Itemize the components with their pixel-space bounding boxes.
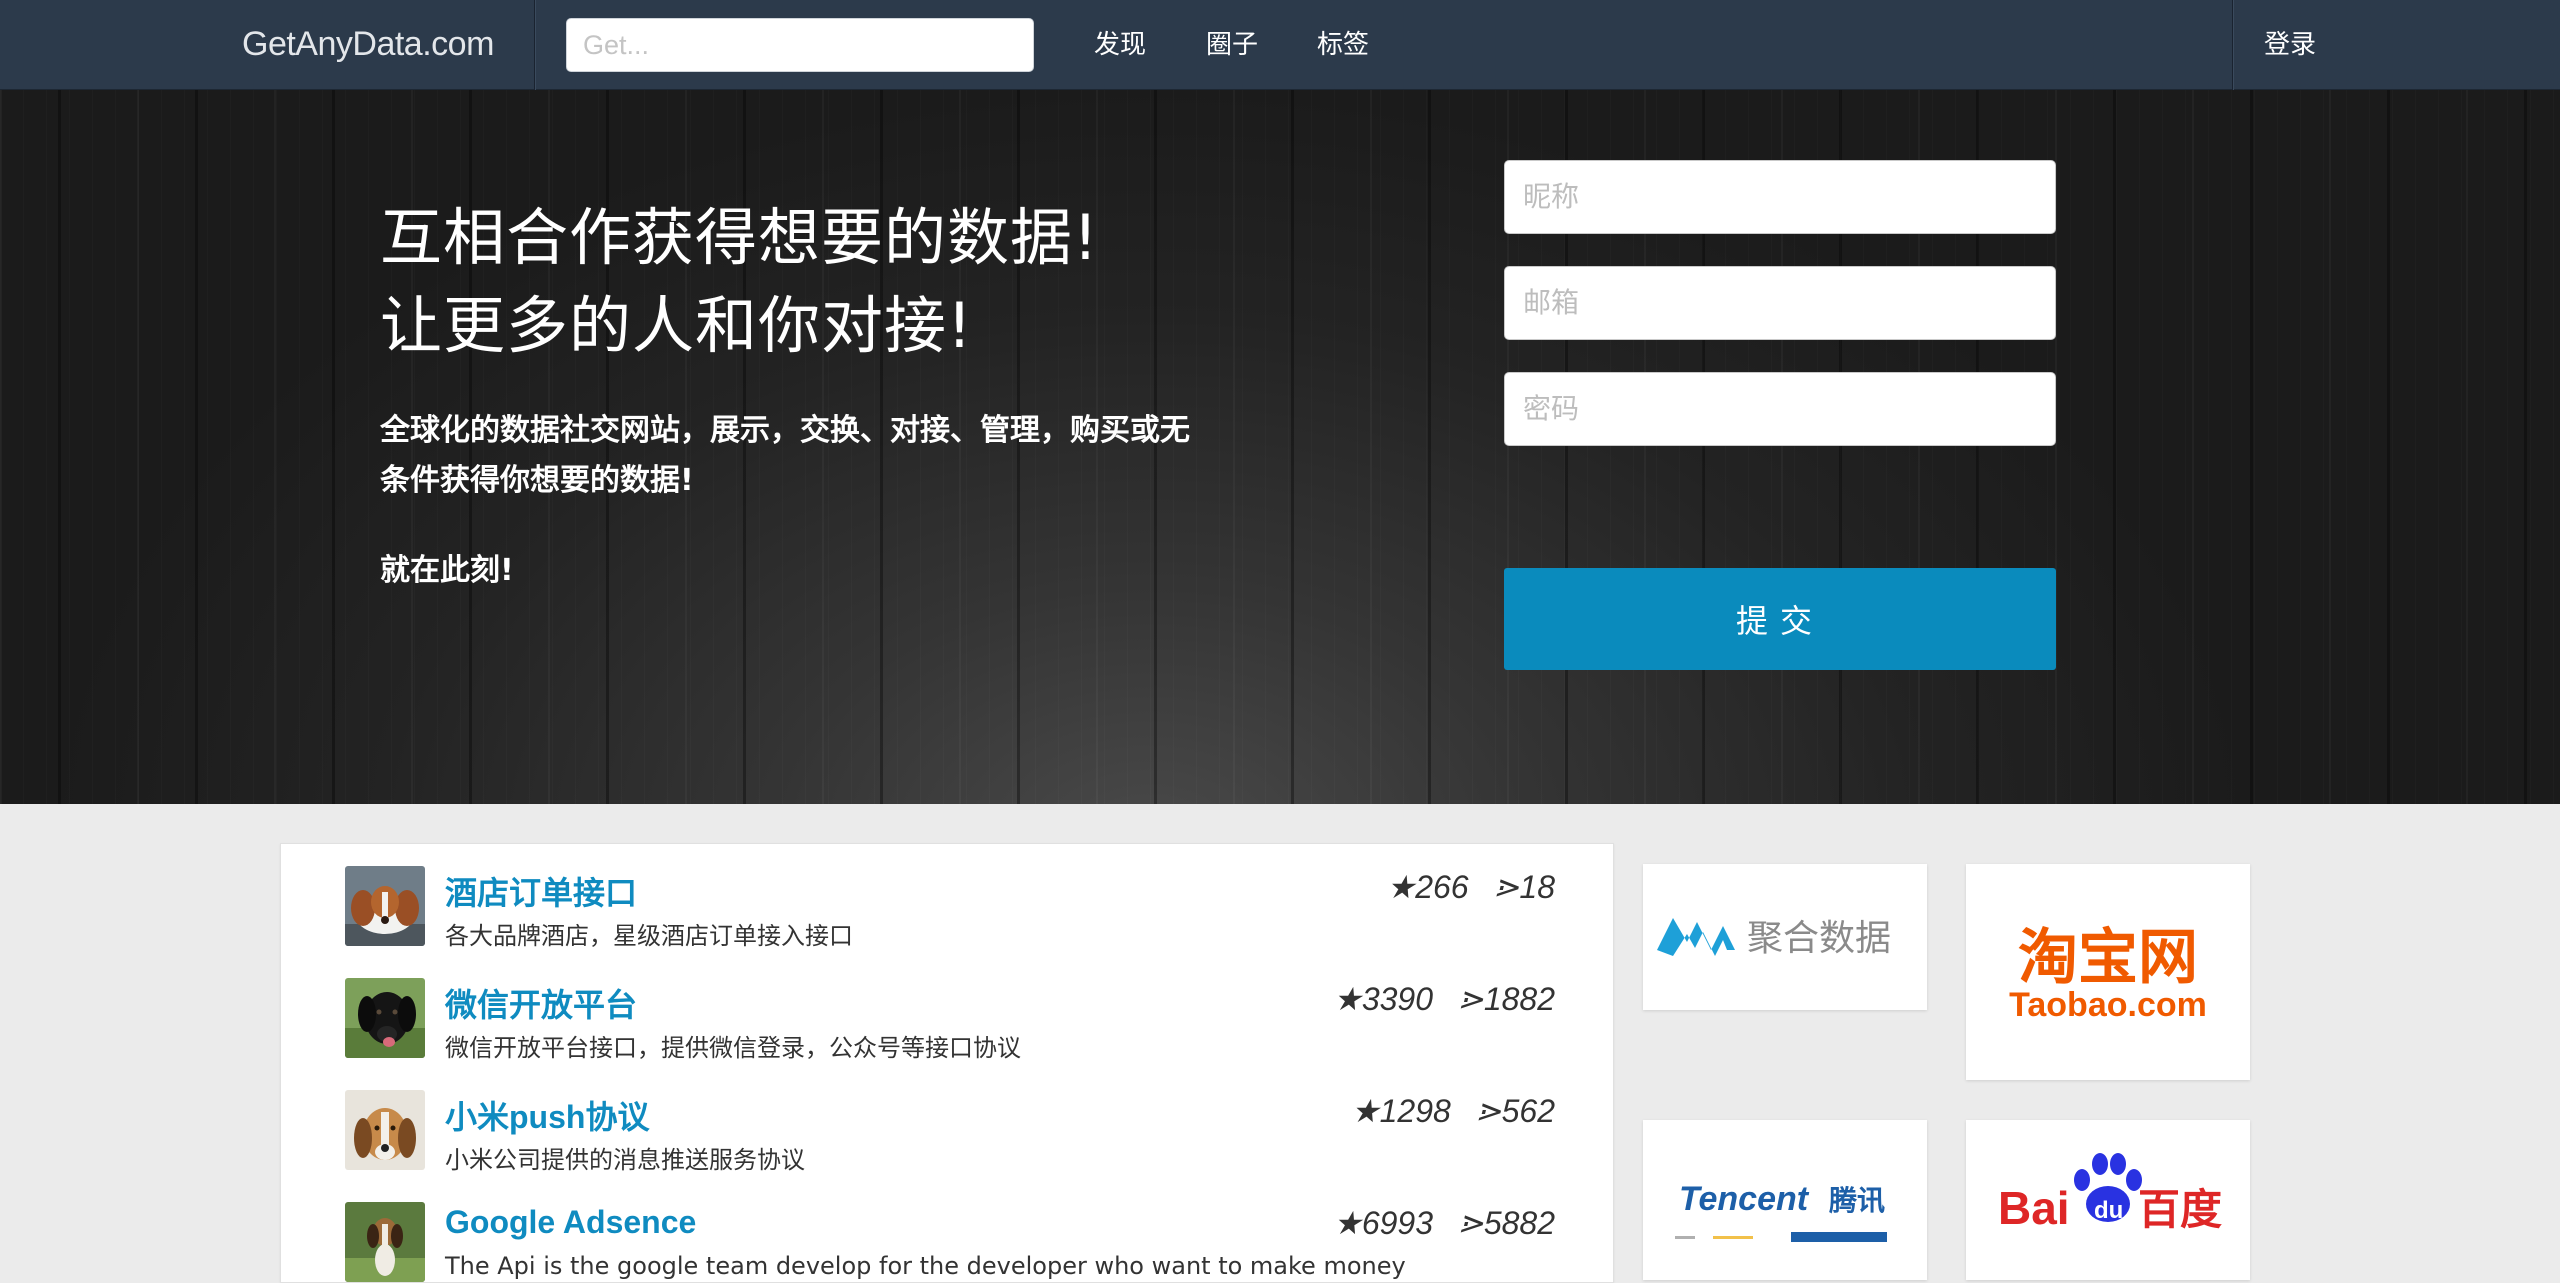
api-title-link[interactable]: 微信开放平台: [445, 980, 637, 1026]
partner-logo-taobao[interactable]: 淘宝网 Taobao.com: [1966, 864, 2250, 1080]
api-description: 小米公司提供的消息推送服务协议: [445, 1146, 805, 1174]
api-stats: ★266 ⋗18: [1387, 868, 1555, 906]
hero-call-to-action: 就在此刻!: [380, 553, 514, 588]
api-title-link[interactable]: 酒店订单接口: [445, 868, 637, 914]
juhe-logo-icon: 聚合数据: [1657, 918, 1891, 959]
nickname-field[interactable]: [1504, 160, 2056, 234]
avatar[interactable]: [345, 866, 425, 946]
hero-title: 互相合作获得想要的数据! 让更多的人和你对接!: [380, 194, 1099, 370]
api-stats: ★6993 ⋗5882: [1333, 1204, 1555, 1242]
tencent-logo-en: Tencent: [1679, 1180, 1810, 1218]
list-item: 酒店订单接口 各大品牌酒店，星级酒店订单接入接口 ★266 ⋗18: [345, 844, 1585, 956]
tencent-logo-cn: 腾讯: [1829, 1184, 1885, 1217]
api-description: The Api is the google team develop for t…: [445, 1252, 1406, 1280]
list-item: 微信开放平台 微信开放平台接口，提供微信登录，公众号等接口协议 ★3390 ⋗18…: [345, 956, 1585, 1068]
taobao-logo-en: Taobao.com: [2009, 986, 2207, 1024]
fork-count[interactable]: ⋗1882: [1457, 981, 1555, 1017]
baidu-logo-bai: Bai: [1998, 1182, 2070, 1234]
star-count[interactable]: ★6993: [1333, 1205, 1433, 1241]
submit-button[interactable]: 提交: [1504, 568, 2056, 670]
partner-logo-baidu[interactable]: Bai du 百度: [1966, 1120, 2250, 1280]
navbar-divider: [2232, 0, 2233, 90]
nav-link-discover[interactable]: 发现: [1094, 0, 1146, 90]
nav-link-circles[interactable]: 圈子: [1206, 0, 1258, 90]
api-stats: ★1298 ⋗562: [1351, 1092, 1555, 1130]
hero-section: 互相合作获得想要的数据! 让更多的人和你对接! 全球化的数据社交网站，展示，交换…: [0, 90, 2560, 804]
login-link[interactable]: 登录: [2264, 0, 2316, 90]
api-stats: ★3390 ⋗1882: [1333, 980, 1555, 1018]
api-title-link[interactable]: 小米push协议: [445, 1092, 649, 1138]
navbar-divider: [534, 0, 535, 90]
taobao-logo-cn: 淘宝网: [2018, 923, 2198, 993]
avatar[interactable]: [345, 1090, 425, 1170]
fork-count[interactable]: ⋗562: [1475, 1093, 1555, 1129]
avatar[interactable]: [345, 1202, 425, 1282]
api-title-link[interactable]: Google Adsence: [445, 1204, 696, 1241]
api-description: 各大品牌酒店，星级酒店订单接入接口: [445, 922, 853, 950]
avatar[interactable]: [345, 978, 425, 1058]
list-item: 小米push协议 小米公司提供的消息推送服务协议 ★1298 ⋗562: [345, 1068, 1585, 1180]
brand-logo[interactable]: GetAnyData.com: [242, 0, 494, 90]
hero-title-line-1: 互相合作获得想要的数据!: [380, 201, 1099, 274]
api-description: 微信开放平台接口，提供微信登录，公众号等接口协议: [445, 1034, 1021, 1062]
password-field[interactable]: [1504, 372, 2056, 446]
fork-count[interactable]: ⋗18: [1493, 869, 1555, 905]
star-count[interactable]: ★3390: [1333, 981, 1433, 1017]
top-navbar: GetAnyData.com 发现 圈子 标签 登录: [0, 0, 2560, 90]
partner-logo-tencent[interactable]: Tencent 腾讯: [1643, 1120, 1927, 1280]
partner-logo-juhe[interactable]: 聚合数据: [1643, 864, 1927, 1010]
hero-description: 全球化的数据社交网站，展示，交换、对接、管理，购买或无条件获得你想要的数据!: [380, 413, 1190, 498]
nav-link-tags[interactable]: 标签: [1317, 0, 1369, 90]
star-count[interactable]: ★1298: [1351, 1093, 1451, 1129]
email-field[interactable]: [1504, 266, 2056, 340]
list-item: Google Adsence The Api is the google tea…: [345, 1180, 1585, 1282]
hero-title-line-2: 让更多的人和你对接!: [380, 289, 973, 362]
star-count[interactable]: ★266: [1387, 869, 1469, 905]
baidu-logo-du: du: [2094, 1197, 2123, 1224]
baidu-logo-cn: 百度: [2138, 1185, 2222, 1234]
api-list-card: 酒店订单接口 各大品牌酒店，星级酒店订单接入接口 ★266 ⋗18 微信开放平台 …: [280, 843, 1614, 1283]
search-input[interactable]: [566, 18, 1034, 72]
fork-count[interactable]: ⋗5882: [1457, 1205, 1555, 1241]
juhe-logo-text: 聚合数据: [1747, 918, 1891, 959]
